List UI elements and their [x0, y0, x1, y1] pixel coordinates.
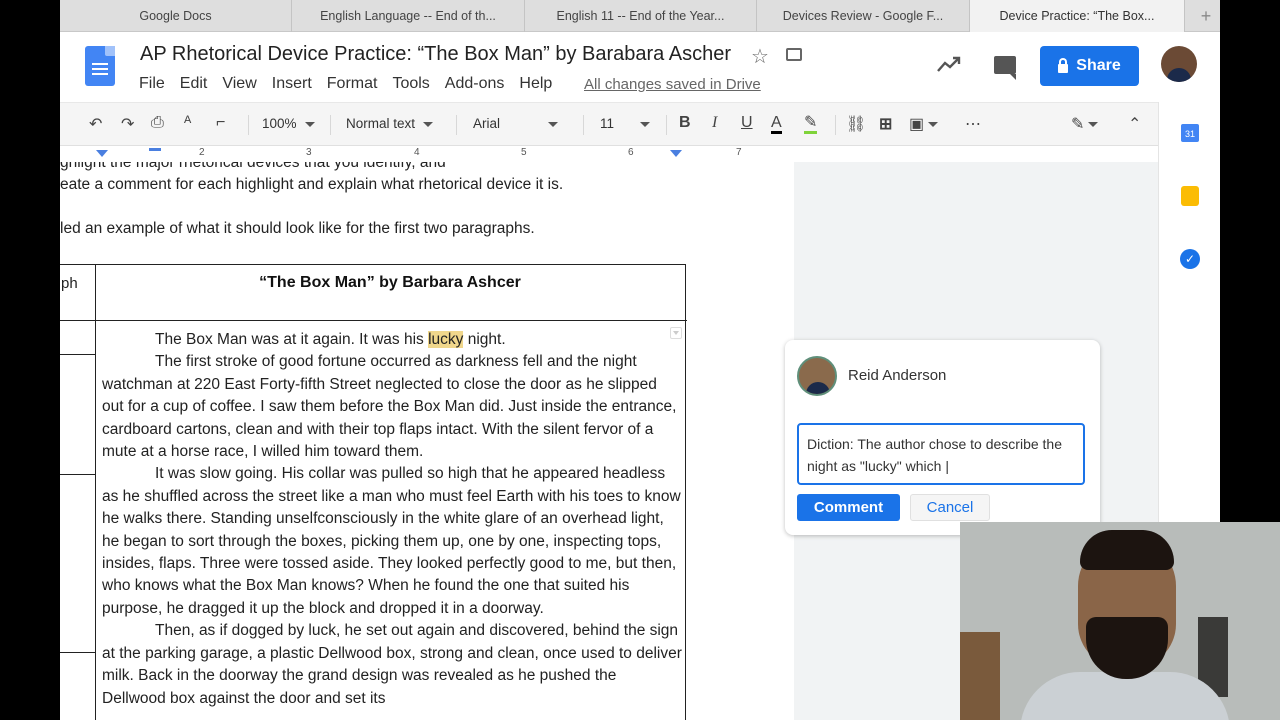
browser-tab[interactable]: English 11 -- End of the Year...	[525, 0, 757, 32]
comment-cancel-button[interactable]: Cancel	[910, 494, 990, 521]
menu-format[interactable]: Format	[327, 75, 378, 93]
star-icon[interactable]: ☆	[751, 44, 769, 69]
insert-link-icon[interactable]: ⛓	[846, 114, 866, 134]
italic-button[interactable]: I	[712, 114, 717, 132]
commenter-name: Reid Anderson	[848, 367, 947, 384]
right-indent-marker[interactable]	[670, 150, 682, 157]
share-button[interactable]: Share	[1040, 46, 1139, 86]
document-page[interactable]: ghlight the major rhetorical devices tha…	[60, 162, 794, 720]
text-color-button[interactable]: A	[771, 114, 782, 134]
instruction-line: led an example of what it should look li…	[60, 220, 535, 237]
calendar-icon[interactable]: 31	[1181, 124, 1199, 142]
menu-view[interactable]: View	[222, 75, 256, 93]
comment-submit-button[interactable]: Comment	[797, 494, 900, 521]
menu-addons[interactable]: Add-ons	[445, 75, 505, 93]
new-tab-button[interactable]: +	[1195, 5, 1217, 27]
menu-insert[interactable]: Insert	[272, 75, 312, 93]
ruler-mark: 2	[199, 147, 205, 158]
spellcheck-icon[interactable]: ᴬ	[184, 114, 191, 132]
lamp	[960, 632, 1000, 720]
instruction-line: ghlight the major rhetorical devices tha…	[60, 162, 446, 171]
style-select[interactable]: Normal text	[346, 116, 434, 131]
first-line-indent-marker[interactable]	[149, 148, 161, 151]
share-label: Share	[1076, 57, 1121, 74]
menu-edit[interactable]: Edit	[180, 75, 208, 93]
browser-tab-active[interactable]: Device Practice: “The Box...	[970, 0, 1185, 32]
ruler-mark: 7	[736, 147, 742, 158]
formatting-toolbar: ↶ ↷ ⎙ ᴬ ⌐ 100% Normal text Arial 11 B I …	[60, 102, 1158, 146]
ruler-mark: 6	[628, 147, 634, 158]
redo-icon[interactable]: ↷	[121, 114, 134, 134]
horizontal-ruler[interactable]: 2 3 4 5 6 7	[60, 146, 794, 162]
highlighted-word[interactable]: lucky	[428, 331, 464, 348]
activity-dashboard-icon[interactable]	[936, 54, 962, 74]
keep-icon[interactable]	[1181, 186, 1199, 206]
presenter-shirt	[1020, 672, 1230, 720]
commenter-avatar	[797, 356, 837, 396]
left-indent-marker[interactable]	[96, 150, 108, 157]
hide-menus-icon[interactable]: ⌃	[1128, 114, 1141, 134]
lock-icon	[1058, 57, 1069, 73]
browser-tab[interactable]: Google Docs	[60, 0, 292, 32]
comment-history-icon[interactable]	[994, 56, 1016, 80]
style-value: Normal text	[346, 116, 416, 131]
menu-help[interactable]: Help	[519, 75, 552, 93]
webcam-overlay	[960, 522, 1280, 720]
document-title[interactable]: AP Rhetorical Device Practice: “The Box …	[140, 43, 731, 66]
paint-format-icon[interactable]: ⌐	[216, 114, 225, 132]
tasks-icon[interactable]: ✓	[1180, 249, 1200, 269]
editing-mode-icon[interactable]: ✎	[1071, 114, 1099, 134]
font-size-value: 11	[600, 116, 615, 131]
docs-logo-icon[interactable]	[85, 46, 115, 86]
essay-table: ph “The Box Man” by Barbara Ashcer The B…	[60, 264, 687, 720]
table-left-header: ph	[61, 275, 78, 292]
account-avatar[interactable]	[1161, 46, 1197, 82]
font-size-select[interactable]: 11	[600, 116, 651, 131]
print-icon[interactable]: ⎙	[151, 114, 164, 132]
highlight-color-icon[interactable]: ✎	[804, 114, 818, 134]
ruler-mark: 5	[521, 147, 527, 158]
undo-icon[interactable]: ↶	[89, 114, 102, 134]
essay-text-run: The Box Man was at it again. It was his	[155, 331, 429, 348]
ruler-mark: 3	[306, 147, 312, 158]
menu-bar: File Edit View Insert Format Tools Add-o…	[139, 75, 567, 93]
ruler-mark: 4	[414, 147, 420, 158]
more-options-icon[interactable]: ⋯	[965, 114, 982, 134]
menu-file[interactable]: File	[139, 75, 165, 93]
font-select[interactable]: Arial	[473, 116, 559, 131]
essay-text-run: night.	[463, 331, 506, 348]
underline-button[interactable]: U	[741, 114, 753, 132]
essay-paragraph: Then, as if dogged by luck, he set out a…	[102, 622, 682, 707]
font-value: Arial	[473, 116, 501, 131]
essay-paragraph: It was slow going. His collar was pulled…	[102, 465, 681, 617]
essay-text[interactable]: The Box Man was at it again. It was his …	[102, 329, 682, 710]
save-status-link[interactable]: All changes saved in Drive	[584, 76, 761, 93]
insert-image-icon[interactable]: ▣	[909, 114, 939, 134]
instruction-line: eate a comment for each highlight and ex…	[60, 176, 564, 193]
presenter-hair	[1080, 530, 1174, 570]
browser-tab[interactable]: English Language -- End of th...	[292, 0, 525, 32]
zoom-select[interactable]: 100%	[262, 116, 315, 131]
bold-button[interactable]: B	[679, 114, 691, 132]
comment-card: Reid Anderson Diction: The author chose …	[785, 340, 1100, 535]
comment-input[interactable]: Diction: The author chose to describe th…	[797, 423, 1085, 485]
move-folder-icon[interactable]	[786, 48, 802, 61]
add-comment-icon[interactable]: ⊞	[879, 114, 892, 134]
docs-header: AP Rhetorical Device Practice: “The Box …	[60, 32, 1220, 102]
essay-paragraph: The first stroke of good fortune occurre…	[102, 353, 677, 461]
zoom-value: 100%	[262, 116, 297, 131]
menu-tools[interactable]: Tools	[392, 75, 429, 93]
browser-tab[interactable]: Devices Review - Google F...	[757, 0, 970, 32]
browser-tab-bar: Google Docs English Language -- End of t…	[60, 0, 1220, 32]
table-title: “The Box Man” by Barbara Ashcer	[259, 274, 521, 291]
